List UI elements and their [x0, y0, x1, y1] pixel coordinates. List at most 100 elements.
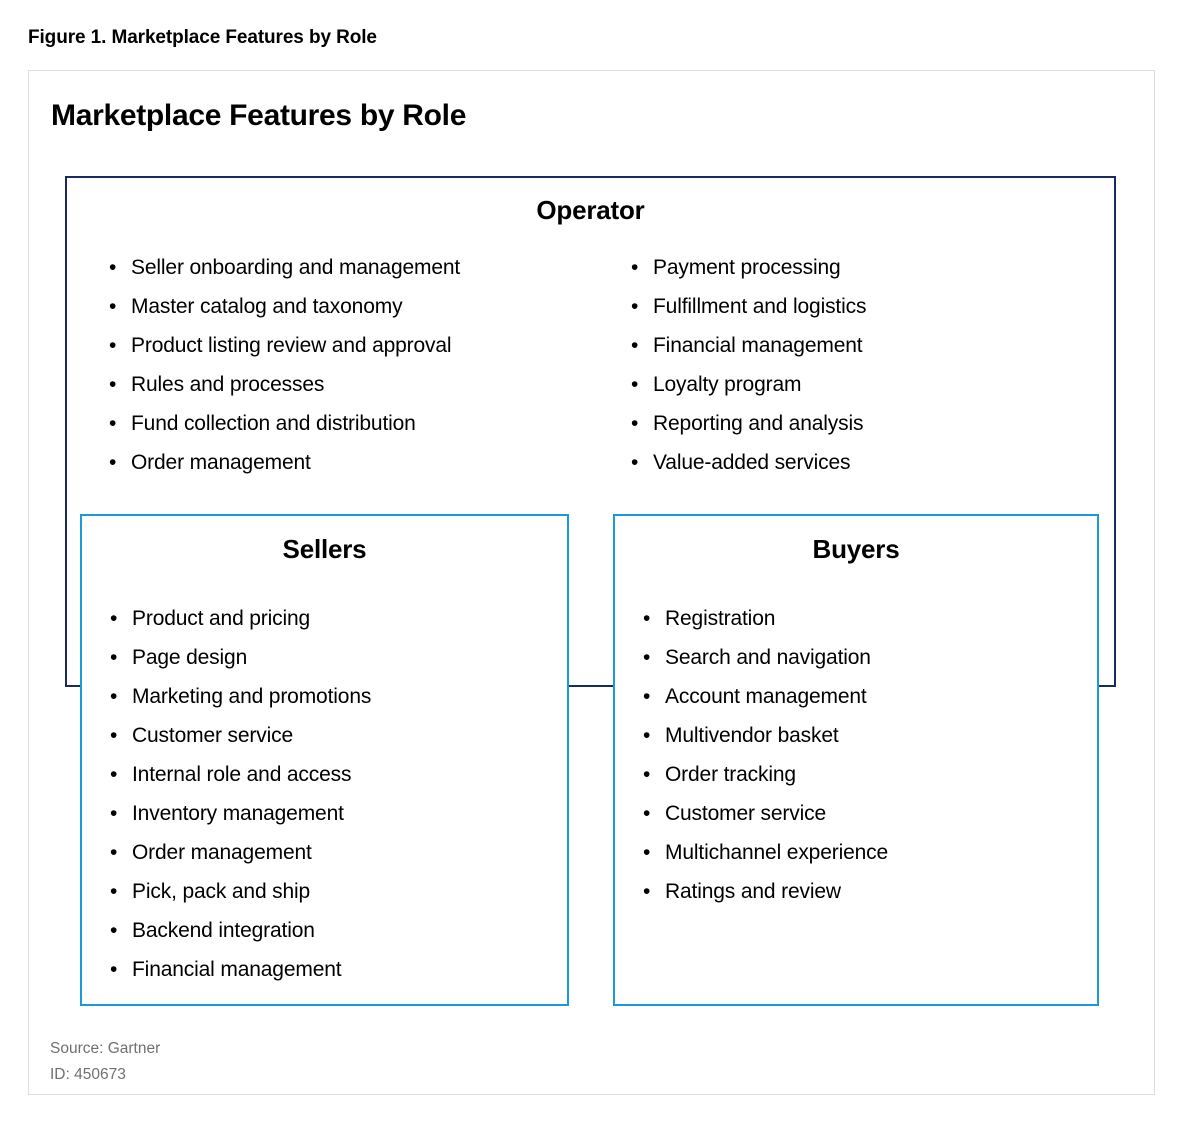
list-item: • Loyalty program — [629, 365, 1077, 404]
buyers-box: Buyers • Registration • Search and navigati… — [613, 514, 1099, 1006]
list-item-label: Financial management — [653, 334, 863, 357]
bullet-icon: • — [643, 841, 651, 864]
list-item: • Ratings and review — [641, 872, 1097, 911]
list-item-label: Rules and processes — [131, 373, 325, 396]
bullet-icon: • — [631, 451, 639, 474]
bullet-icon: • — [109, 334, 117, 357]
bullet-icon: • — [110, 958, 118, 981]
figure-id-label: ID: 450673 — [50, 1066, 126, 1083]
list-item-label: Value-added services — [653, 451, 851, 474]
list-item: • Fund collection and distribution — [107, 404, 597, 443]
list-item: • Multivendor basket — [641, 716, 1097, 755]
source-label: Source: Gartner — [50, 1040, 161, 1057]
list-item: • Search and navigation — [641, 638, 1097, 677]
list-item: • Account management — [641, 677, 1097, 716]
list-item: • Page design — [108, 638, 567, 677]
list-item-label: Internal role and access — [132, 763, 352, 786]
bullet-icon: • — [109, 373, 117, 396]
list-item-label: Financial management — [132, 958, 342, 981]
bullet-icon: • — [110, 841, 118, 864]
bullet-icon: • — [643, 646, 651, 669]
list-item-label: Product and pricing — [132, 607, 311, 630]
list-item: • Customer service — [641, 794, 1097, 833]
list-item: • Product and pricing — [108, 599, 567, 638]
bullet-icon: • — [643, 763, 651, 786]
buyers-list-wrapper: • Registration • Search and navigation • Acco… — [615, 599, 1097, 911]
list-item: • Master catalog and taxonomy — [107, 287, 597, 326]
list-item-label: Backend integration — [132, 919, 315, 942]
list-item: • Fulfillment and logistics — [629, 287, 1077, 326]
list-item-label: Multivendor basket — [665, 724, 839, 747]
list-item: • Product listing review and approval — [107, 326, 597, 365]
bullet-icon: • — [109, 256, 117, 279]
list-item-label: Fulfillment and logistics — [653, 295, 867, 318]
list-item-label: Marketing and promotions — [132, 685, 372, 708]
bullet-icon: • — [643, 802, 651, 825]
bullet-icon: • — [643, 724, 651, 747]
list-item-label: Reporting and analysis — [653, 412, 864, 435]
operator-right-list: • Payment processing • Fulfillment and logi… — [629, 248, 1077, 482]
bullet-icon: • — [643, 685, 651, 708]
list-item-label: Customer service — [665, 802, 826, 825]
list-item: • Payment processing — [629, 248, 1077, 287]
list-item: • Pick, pack and ship — [108, 872, 567, 911]
list-item-label: Search and navigation — [665, 646, 871, 669]
bullet-icon: • — [110, 802, 118, 825]
list-item-label: Ratings and review — [665, 880, 841, 903]
list-item-label: Fund collection and distribution — [131, 412, 416, 435]
list-item-label: Product listing review and approval — [131, 334, 452, 357]
sellers-title: Sellers — [282, 534, 367, 564]
list-item-label: Master catalog and taxonomy — [131, 295, 403, 318]
list-item-label: Registration — [665, 607, 776, 630]
figure-caption: Figure 1. Marketplace Features by Role — [28, 27, 377, 48]
bullet-icon: • — [109, 451, 117, 474]
bullet-icon: • — [631, 256, 639, 279]
list-item: • Marketing and promotions — [108, 677, 567, 716]
list-item: • Inventory management — [108, 794, 567, 833]
list-item: • Reporting and analysis — [629, 404, 1077, 443]
list-item-label: Payment processing — [653, 256, 841, 279]
card-footer: Source: Gartner ID: 450673 — [50, 1036, 160, 1088]
list-item: • Internal role and access — [108, 755, 567, 794]
list-item-label: Customer service — [132, 724, 293, 747]
bullet-icon: • — [110, 685, 118, 708]
page-title: Marketplace Features by Role — [51, 99, 467, 132]
bullet-icon: • — [109, 412, 117, 435]
operator-column-right: • Payment processing • Fulfillment and logi… — [597, 248, 1077, 482]
bullet-icon: • — [643, 607, 651, 630]
list-item-label: Order management — [132, 841, 312, 864]
list-item-label: Pick, pack and ship — [132, 880, 311, 903]
bullet-icon: • — [110, 607, 118, 630]
list-item: • Order tracking — [641, 755, 1097, 794]
list-item-label: Inventory management — [132, 802, 344, 825]
buyers-title: Buyers — [812, 534, 900, 564]
bullet-icon: • — [109, 295, 117, 318]
list-item: • Customer service — [108, 716, 567, 755]
bullet-icon: • — [110, 763, 118, 786]
operator-title: Operator — [536, 195, 645, 225]
sellers-box: Sellers • Product and pricing • Page design… — [80, 514, 569, 1006]
bullet-icon: • — [643, 880, 651, 903]
list-item: • Financial management — [629, 326, 1077, 365]
list-item-label: Order tracking — [665, 763, 796, 786]
figure-card: Marketplace Features by Role Operator • S… — [28, 70, 1155, 1095]
list-item-label: Order management — [131, 451, 311, 474]
list-item: • Value-added services — [629, 443, 1077, 482]
bullet-icon: • — [631, 373, 639, 396]
sellers-list-wrapper: • Product and pricing • Page design • Marketi… — [82, 599, 567, 989]
list-item: • Multichannel experience — [641, 833, 1097, 872]
list-item: • Registration — [641, 599, 1097, 638]
list-item: • Financial management — [108, 950, 567, 989]
list-item: • Order management — [108, 833, 567, 872]
bullet-icon: • — [110, 919, 118, 942]
list-item-label: Account management — [665, 685, 867, 708]
bullet-icon: • — [631, 334, 639, 357]
sellers-list: • Product and pricing • Page design • Marketi… — [108, 599, 567, 989]
list-item: • Backend integration — [108, 911, 567, 950]
list-item-label: Loyalty program — [653, 373, 802, 396]
list-item-label: Seller onboarding and management — [131, 256, 461, 279]
list-item: • Order management — [107, 443, 597, 482]
buyers-list: • Registration • Search and navigation • Acco… — [641, 599, 1097, 911]
operator-column-left: • Seller onboarding and management • Master… — [67, 248, 597, 482]
bullet-icon: • — [631, 295, 639, 318]
